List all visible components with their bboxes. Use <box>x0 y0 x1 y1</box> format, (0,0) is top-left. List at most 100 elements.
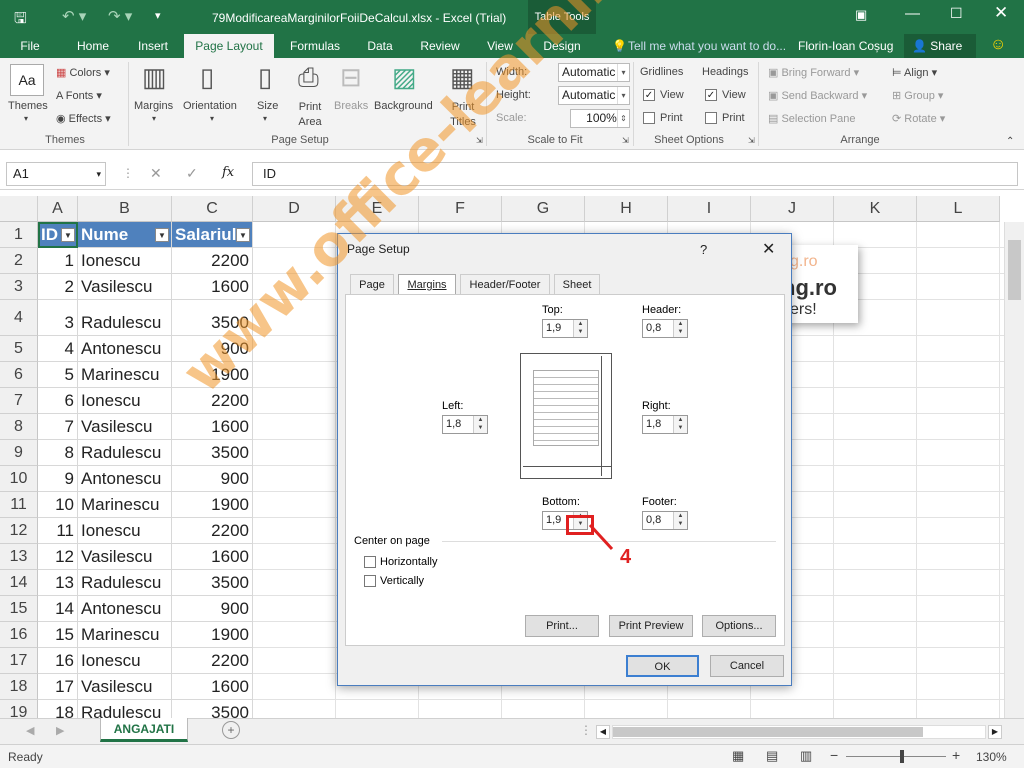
table-cell[interactable]: 9 <box>38 466 78 492</box>
column-header[interactable]: G <box>502 196 585 222</box>
table-cell[interactable]: 17 <box>38 674 78 700</box>
table-cell[interactable]: Ionescu <box>78 648 172 674</box>
table-cell[interactable]: Radulescu <box>78 570 172 596</box>
size-dropdown-icon[interactable]: ▾ <box>263 114 267 123</box>
row-header[interactable]: 13 <box>0 544 38 570</box>
rotate-button[interactable]: ⟳ Rotate ▾ <box>892 112 945 125</box>
row-header[interactable]: 12 <box>0 518 38 544</box>
margins-dropdown-icon[interactable]: ▾ <box>152 114 156 123</box>
scale-input[interactable]: 100% ⇕ <box>570 109 630 128</box>
scrollbar-thumb[interactable] <box>1008 240 1021 300</box>
tab-page[interactable]: Page <box>350 274 394 294</box>
sheet-tab-angajati[interactable]: ANGAJATI <box>100 718 188 742</box>
filter-dropdown-icon[interactable]: ▼ <box>236 228 250 242</box>
column-header[interactable]: J <box>751 196 834 222</box>
table-cell[interactable]: 1600 <box>172 414 253 440</box>
spinner-arrows-icon[interactable]: ▲ ▼ <box>673 512 687 529</box>
select-all[interactable] <box>0 196 38 222</box>
table-cell[interactable]: Vasilescu <box>78 414 172 440</box>
table-cell[interactable]: 18 <box>38 700 78 718</box>
table-cell[interactable]: 3500 <box>172 570 253 596</box>
tab-formulas[interactable]: Formulas <box>284 34 346 58</box>
tab-margins[interactable]: Margins <box>398 274 456 294</box>
insert-function-icon[interactable]: fx <box>222 165 234 180</box>
fonts-button[interactable]: A Fonts ▾ <box>56 89 102 102</box>
table-cell[interactable]: 3 <box>38 300 78 336</box>
row-header[interactable]: 18 <box>0 674 38 700</box>
row-header[interactable]: 6 <box>0 362 38 388</box>
tell-me-input[interactable]: Tell me what you want to do... <box>628 39 786 53</box>
cancel-icon[interactable]: ✕ <box>150 165 162 182</box>
column-header[interactable]: K <box>834 196 917 222</box>
column-header[interactable]: I <box>668 196 751 222</box>
horizontally-checkbox[interactable] <box>364 556 376 568</box>
table-cell[interactable]: Marinescu <box>78 362 172 388</box>
table-header-cell[interactable]: Nume ▼ <box>78 222 172 248</box>
row-header[interactable]: 8 <box>0 414 38 440</box>
name-box[interactable]: A1 ▾ <box>6 162 106 186</box>
tab-insert[interactable]: Insert <box>130 34 176 58</box>
close-icon[interactable]: ✕ <box>994 3 1008 23</box>
print-button[interactable]: Print... <box>525 615 599 637</box>
themes-dropdown-icon[interactable]: ▾ <box>24 114 28 123</box>
table-cell[interactable]: Marinescu <box>78 622 172 648</box>
spinner-arrows-icon[interactable]: ▲ ▼ <box>573 320 587 337</box>
filter-dropdown-icon[interactable]: ▼ <box>61 228 75 242</box>
tab-header-footer[interactable]: Header/Footer <box>460 274 550 294</box>
top-spinner[interactable]: 1,9 ▲ ▼ <box>542 319 588 338</box>
row-header[interactable]: 2 <box>0 248 38 274</box>
table-cell[interactable]: 900 <box>172 336 253 362</box>
tab-data[interactable]: Data <box>360 34 400 58</box>
table-cell[interactable]: Ionescu <box>78 388 172 414</box>
table-cell[interactable]: 1900 <box>172 362 253 388</box>
column-header[interactable]: C <box>172 196 253 222</box>
table-cell[interactable]: Antonescu <box>78 336 172 362</box>
scrollbar-thumb[interactable] <box>613 727 923 737</box>
table-cell[interactable]: 10 <box>38 492 78 518</box>
table-cell[interactable]: 12 <box>38 544 78 570</box>
table-cell[interactable]: Antonescu <box>78 596 172 622</box>
table-cell[interactable]: 900 <box>172 596 253 622</box>
tab-page-layout[interactable]: Page Layout <box>184 34 274 58</box>
background-button[interactable]: Background <box>374 100 433 112</box>
undo-icon[interactable]: ↶ ▾ <box>62 7 86 25</box>
scroll-right-icon[interactable]: ▶ <box>988 725 1002 739</box>
table-cell[interactable]: Ionescu <box>78 248 172 274</box>
table-cell[interactable]: Vasilescu <box>78 674 172 700</box>
row-header[interactable]: 7 <box>0 388 38 414</box>
bring-forward-button[interactable]: ▣ Bring Forward ▾ <box>768 66 859 79</box>
table-cell[interactable]: 2200 <box>172 648 253 674</box>
scale-launcher-icon[interactable]: ⇲ <box>622 136 629 145</box>
options-button[interactable]: Options... <box>702 615 776 637</box>
table-cell[interactable]: 1900 <box>172 492 253 518</box>
send-backward-button[interactable]: ▣ Send Backward ▾ <box>768 89 867 102</box>
table-cell[interactable]: 8 <box>38 440 78 466</box>
row-header[interactable]: 15 <box>0 596 38 622</box>
table-cell[interactable]: 13 <box>38 570 78 596</box>
effects-button[interactable]: ◉ Effects ▾ <box>56 112 111 125</box>
colors-button[interactable]: ▦ Colors ▾ <box>56 66 110 79</box>
table-cell[interactable]: Radulescu <box>78 440 172 466</box>
row-header[interactable]: 9 <box>0 440 38 466</box>
spinner-arrows-icon[interactable]: ▲ ▼ <box>473 416 487 433</box>
width-select[interactable]: Automatic ▾ <box>558 63 630 82</box>
sheet-options-launcher-icon[interactable]: ⇲ <box>748 136 755 145</box>
table-cell[interactable]: 2200 <box>172 388 253 414</box>
gridlines-print-checkbox[interactable] <box>643 112 655 124</box>
right-spinner[interactable]: 1,8 ▲ ▼ <box>642 415 688 434</box>
print-preview-button[interactable]: Print Preview <box>609 615 693 637</box>
column-header[interactable]: E <box>336 196 419 222</box>
minimize-icon[interactable]: — <box>905 5 920 22</box>
table-cell[interactable]: Vasilescu <box>78 274 172 300</box>
tab-review[interactable]: Review <box>414 34 466 58</box>
table-cell[interactable]: Radulescu <box>78 300 172 336</box>
table-cell[interactable]: 14 <box>38 596 78 622</box>
next-sheet-icon[interactable]: ▶ <box>56 724 64 737</box>
table-cell[interactable]: Vasilescu <box>78 544 172 570</box>
print-titles-button[interactable]: Print Titles <box>448 100 478 130</box>
tab-sheet[interactable]: Sheet <box>554 274 600 294</box>
zoom-out-icon[interactable]: − <box>830 747 838 763</box>
row-header[interactable]: 14 <box>0 570 38 596</box>
table-cell[interactable]: 2200 <box>172 518 253 544</box>
page-layout-view-icon[interactable]: ▤ <box>766 748 778 764</box>
